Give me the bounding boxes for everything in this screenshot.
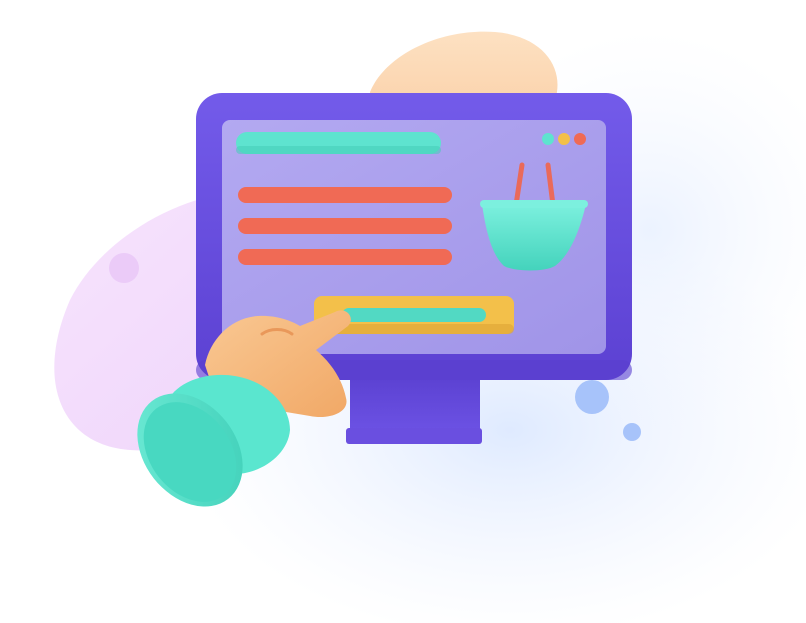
window-dot-red bbox=[574, 133, 586, 145]
monitor-stand-base bbox=[346, 428, 482, 444]
cta-button-bar bbox=[342, 308, 486, 322]
peach-blob bbox=[370, 31, 558, 100]
violet-bubble bbox=[109, 253, 139, 283]
text-line-3 bbox=[238, 249, 452, 265]
basket-rim bbox=[480, 200, 588, 208]
online-shopping-illustration bbox=[54, 30, 806, 623]
title-bar-shade bbox=[236, 146, 441, 154]
window-dot-teal bbox=[542, 133, 554, 145]
monitor-stand-neck bbox=[350, 372, 480, 432]
text-line-1 bbox=[238, 187, 452, 203]
blue-bubble-large bbox=[575, 380, 609, 414]
window-dot-yellow bbox=[558, 133, 570, 145]
text-line-2 bbox=[238, 218, 452, 234]
blue-bubble-small bbox=[623, 423, 641, 441]
